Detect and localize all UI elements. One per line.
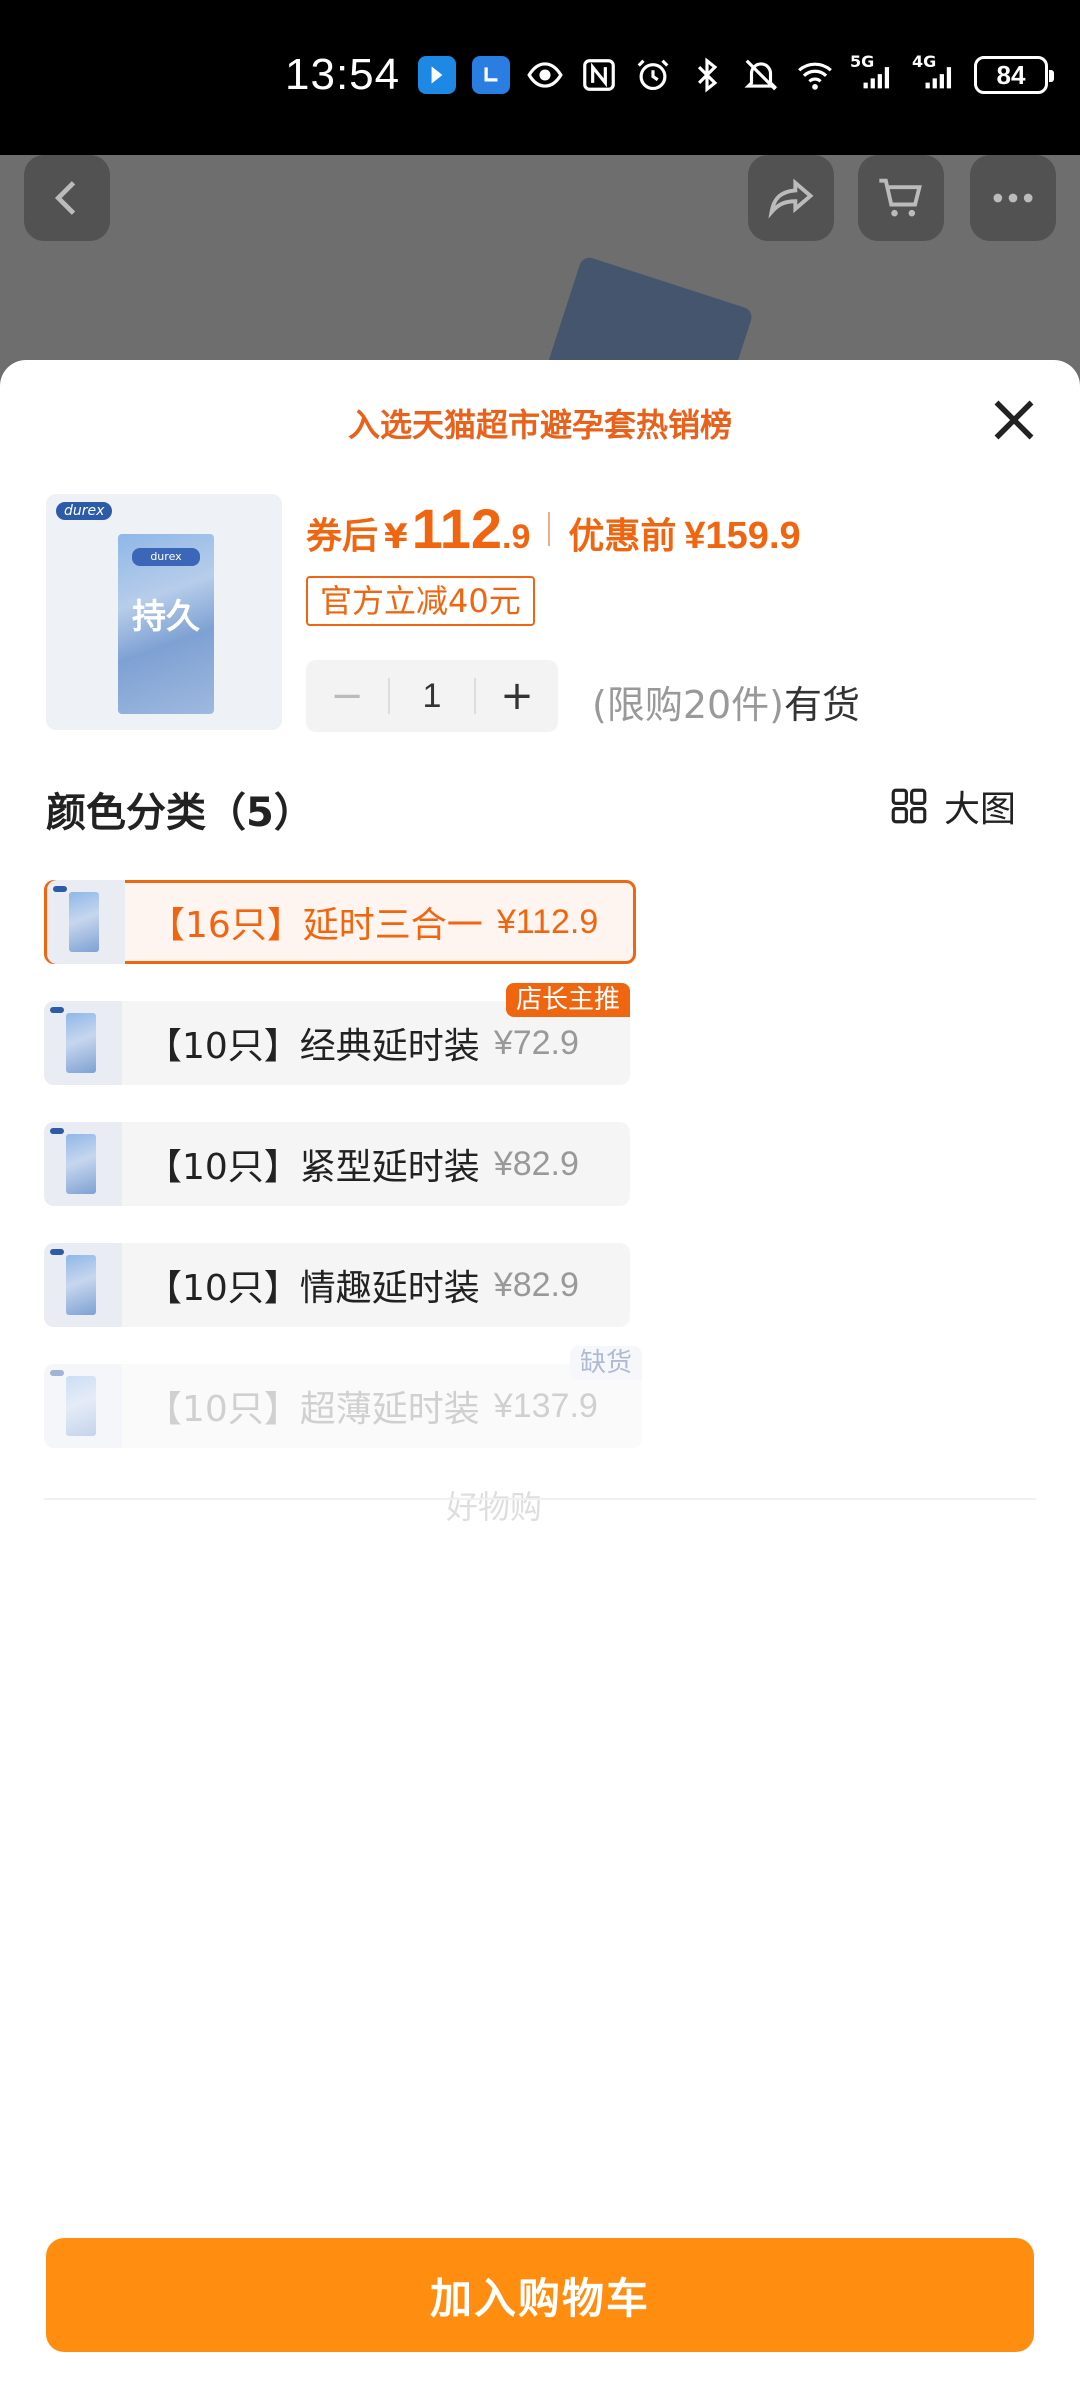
- share-button[interactable]: [748, 155, 834, 241]
- product-box-image: durex 持久: [118, 534, 214, 714]
- app-notification-icon: [418, 56, 456, 94]
- close-icon: [994, 400, 1034, 440]
- purchase-limit: (限购20件): [592, 683, 785, 727]
- watermark-text: 好物购: [446, 1488, 543, 1526]
- price-decimal: .9: [502, 518, 531, 556]
- variant-section-title: 颜色分类（5）: [46, 790, 314, 836]
- mute-icon: [742, 56, 780, 94]
- recommend-badge: 店长主推: [505, 983, 630, 1017]
- variant-option-out-of-stock[interactable]: 【10只】超薄延时装 ¥137.9 缺货: [44, 1346, 642, 1448]
- variant-name: 【10只】超薄延时装: [146, 1389, 480, 1430]
- discount-tag: 官方立减40元: [306, 576, 535, 626]
- product-thumbnail[interactable]: durex durex 持久: [46, 494, 282, 730]
- big-image-label: 大图: [943, 789, 1016, 830]
- price-separator: [548, 511, 551, 546]
- chevron-left-icon: [54, 181, 76, 215]
- signal-4g-icon: 4G: [912, 52, 958, 94]
- price-row: 券后 ¥ 112 .9 优惠前 ¥159.9: [306, 496, 801, 561]
- grid-icon: [891, 788, 927, 824]
- add-to-cart-button[interactable]: 加入购物车: [46, 2238, 1034, 2352]
- variant-thumbnail: [47, 880, 125, 964]
- share-icon: [768, 178, 814, 219]
- variant-option[interactable]: 【10只】经典延时装 ¥72.9 店长主推: [44, 983, 630, 1085]
- signal-5g-icon: 5G: [850, 52, 896, 94]
- bluetooth-icon: [688, 56, 726, 94]
- variant-price: ¥112.9: [496, 902, 599, 941]
- price-integer: 112: [411, 497, 503, 560]
- variant-option[interactable]: 【10只】紧型延时装 ¥82.9: [44, 1122, 630, 1206]
- variant-option[interactable]: 【10只】情趣延时装 ¥82.9: [44, 1243, 630, 1327]
- variant-name: 【16只】延时三合一: [149, 905, 483, 946]
- big-image-toggle[interactable]: 大图: [888, 780, 1016, 832]
- app-notification-icon-2: [472, 56, 510, 94]
- status-bar: 13:54 5G 4G 84: [0, 0, 1080, 160]
- variant-price: ¥82.9: [493, 1144, 579, 1183]
- variant-thumbnail: [44, 1364, 122, 1448]
- alarm-icon: [634, 56, 672, 94]
- cart-icon: [879, 178, 922, 217]
- variant-name: 【10只】紧型延时装: [146, 1147, 480, 1188]
- coupon-price-label: 券后: [306, 516, 379, 557]
- variant-name: 【10只】情趣延时装: [146, 1268, 480, 1309]
- eye-icon: [526, 56, 564, 94]
- wifi-icon: [796, 56, 834, 94]
- decrease-quantity-button[interactable]: −: [306, 660, 388, 732]
- more-icon: [993, 193, 1033, 203]
- box-big-text: 持久: [132, 597, 200, 637]
- variant-price: ¥82.9: [493, 1265, 579, 1304]
- variant-price: ¥72.9: [493, 1023, 579, 1062]
- quantity-stepper: − 1 +: [306, 660, 558, 732]
- stock-info: (限购20件)有货: [592, 674, 860, 729]
- variant-name: 【10只】经典延时装: [146, 1026, 480, 1067]
- divider: [44, 1498, 1036, 1500]
- brand-logo: durex: [56, 502, 113, 520]
- back-button[interactable]: [24, 155, 110, 241]
- nfc-icon: [580, 56, 618, 94]
- variant-thumbnail: [44, 1001, 122, 1085]
- variant-thumbnail: [44, 1122, 122, 1206]
- box-brand-label: durex: [132, 548, 200, 566]
- cart-button[interactable]: [858, 155, 944, 241]
- sku-selection-sheet: 入选天猫超市避孕套热销榜 durex durex 持久 券后 ¥ 112 .9 …: [0, 360, 1080, 2400]
- stock-status: 有货: [784, 683, 861, 727]
- close-button[interactable]: [984, 390, 1044, 450]
- battery-icon: 84: [974, 56, 1054, 94]
- status-icons: 5G 4G 84: [418, 52, 1054, 94]
- variant-price: ¥137.9: [493, 1386, 598, 1425]
- currency-symbol: ¥: [384, 517, 408, 557]
- increase-quantity-button[interactable]: +: [476, 660, 558, 732]
- original-price: ¥159.9: [684, 515, 801, 557]
- more-button[interactable]: [970, 155, 1056, 241]
- variant-thumbnail: [44, 1243, 122, 1327]
- quantity-value[interactable]: 1: [388, 678, 476, 714]
- ranking-title[interactable]: 入选天猫超市避孕套热销榜: [0, 400, 1080, 446]
- out-of-stock-badge: 缺货: [569, 1346, 642, 1380]
- status-time: 13:54: [285, 50, 401, 99]
- variant-option-selected[interactable]: 【16只】延时三合一 ¥112.9: [44, 880, 636, 964]
- original-price-label: 优惠前: [568, 516, 677, 557]
